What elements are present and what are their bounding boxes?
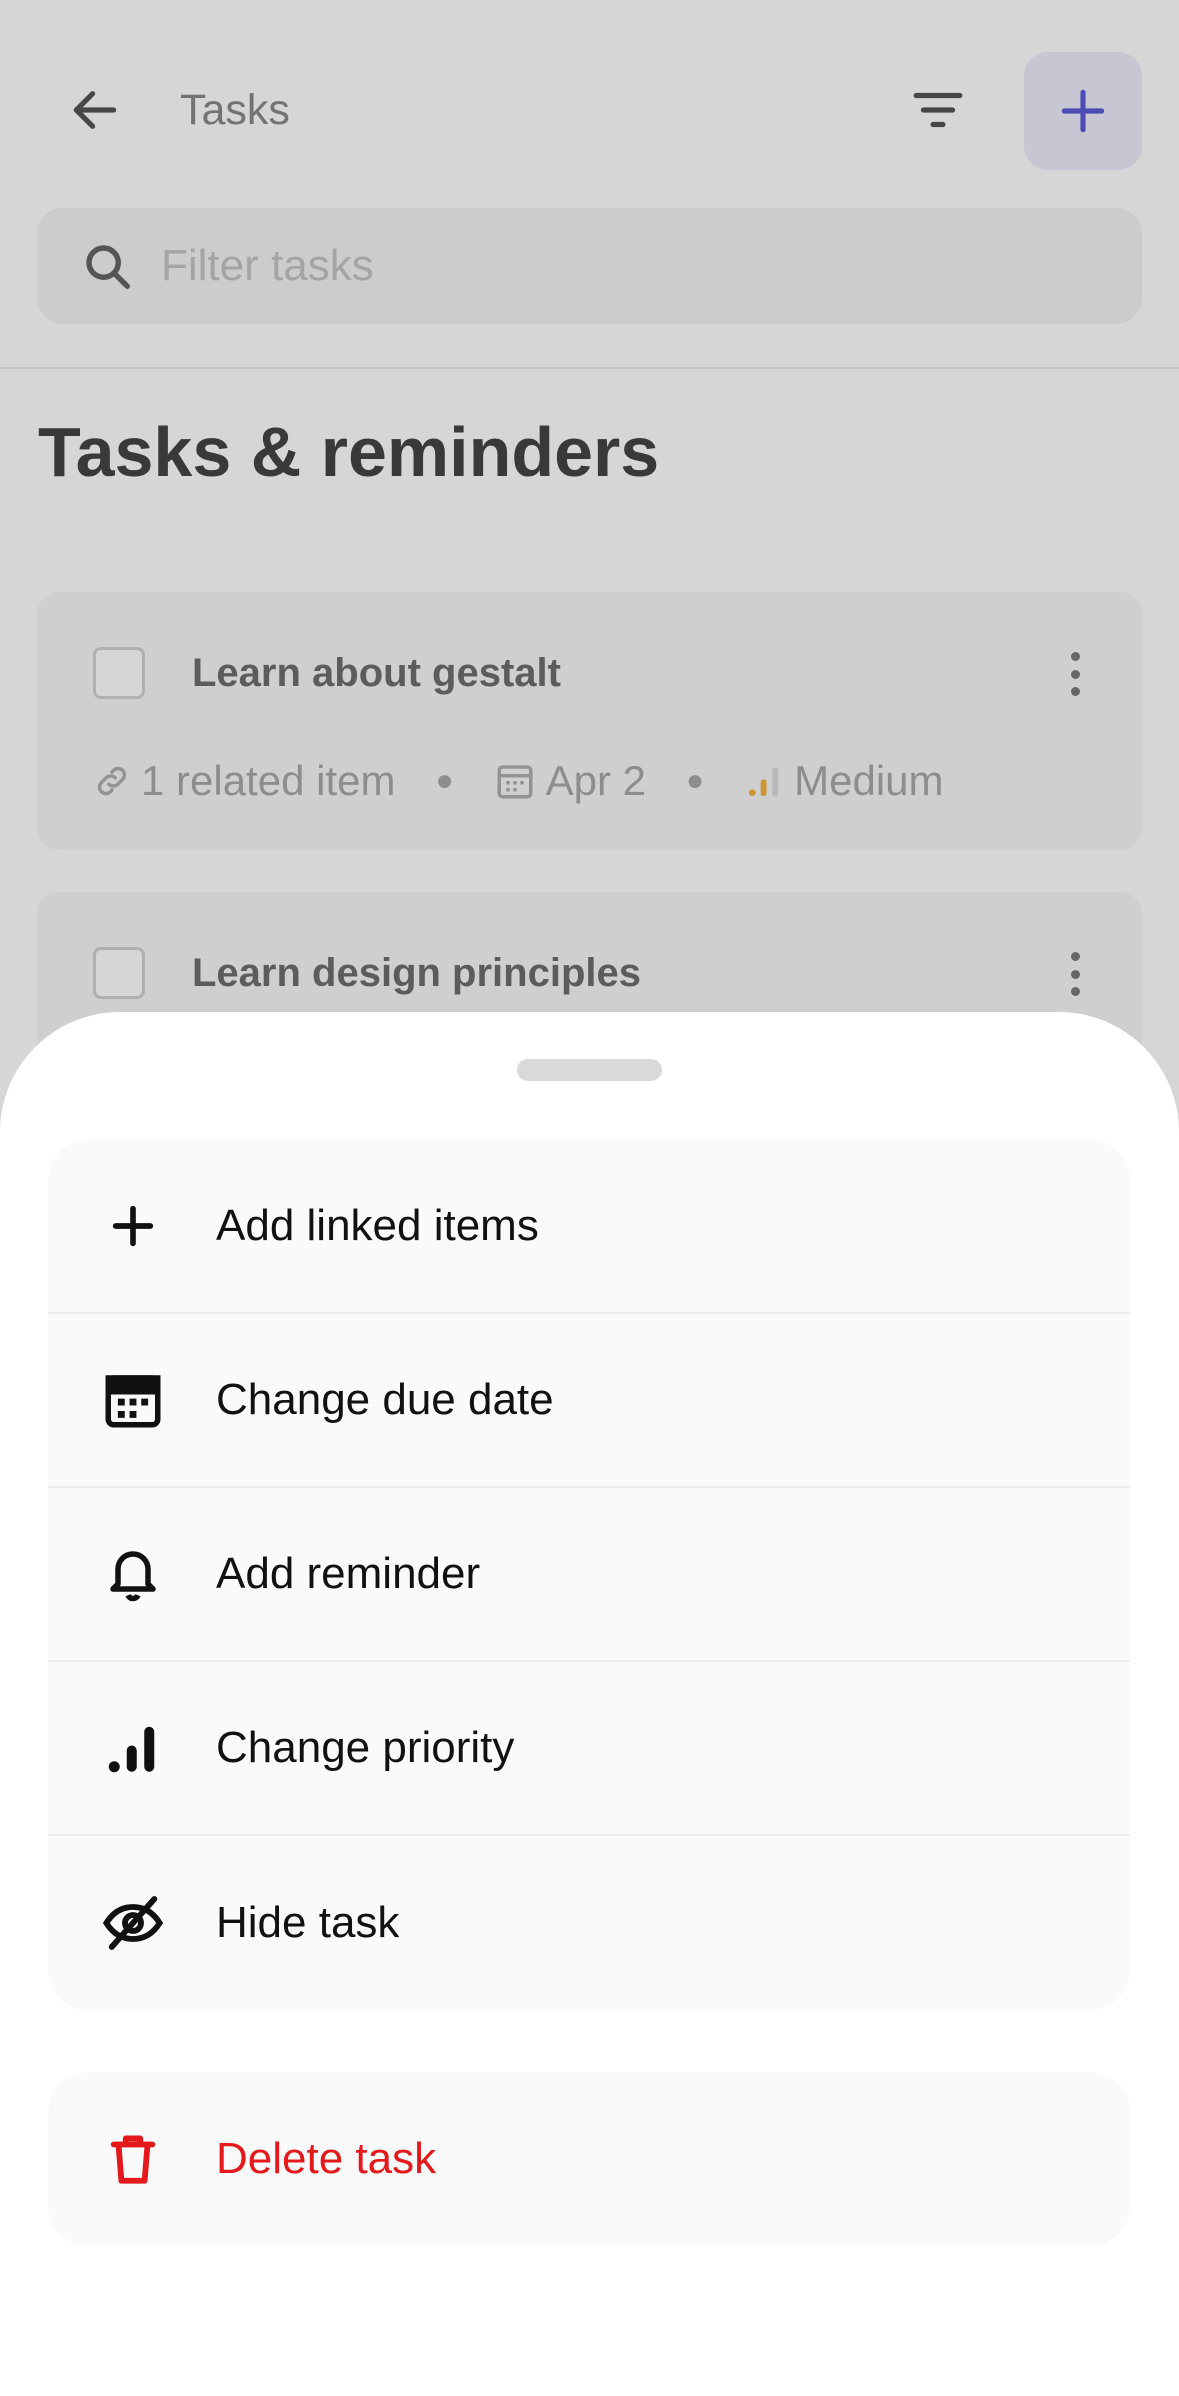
menu-item-add-reminder[interactable]: Add reminder — [48, 1488, 1130, 1662]
menu-item-hide-task[interactable]: Hide task — [48, 1836, 1130, 2010]
menu-item-label: Add linked items — [216, 1201, 539, 1250]
menu-item-label: Add reminder — [216, 1549, 481, 1598]
menu-item-label: Change priority — [216, 1723, 515, 1772]
drag-handle[interactable] — [517, 1059, 662, 1081]
delete-task-label: Delete task — [216, 2134, 437, 2183]
eye-off-icon — [98, 1888, 168, 1958]
menu-item-label: Change due date — [216, 1375, 554, 1424]
priority-bars-icon — [98, 1713, 168, 1783]
plus-icon — [98, 1191, 168, 1261]
action-menu: Add linked items Change due date Add rem… — [48, 1140, 1130, 2010]
menu-item-change-due-date[interactable]: Change due date — [48, 1314, 1130, 1488]
menu-item-add-linked-items[interactable]: Add linked items — [48, 1140, 1130, 1314]
calendar-icon — [98, 1365, 168, 1435]
delete-task-button[interactable]: Delete task — [48, 2072, 1130, 2246]
bottom-sheet: Add linked items Change due date Add rem… — [0, 1012, 1179, 2396]
trash-icon — [98, 2124, 168, 2194]
menu-item-change-priority[interactable]: Change priority — [48, 1662, 1130, 1836]
menu-item-label: Hide task — [216, 1898, 400, 1947]
bell-icon — [98, 1539, 168, 1609]
